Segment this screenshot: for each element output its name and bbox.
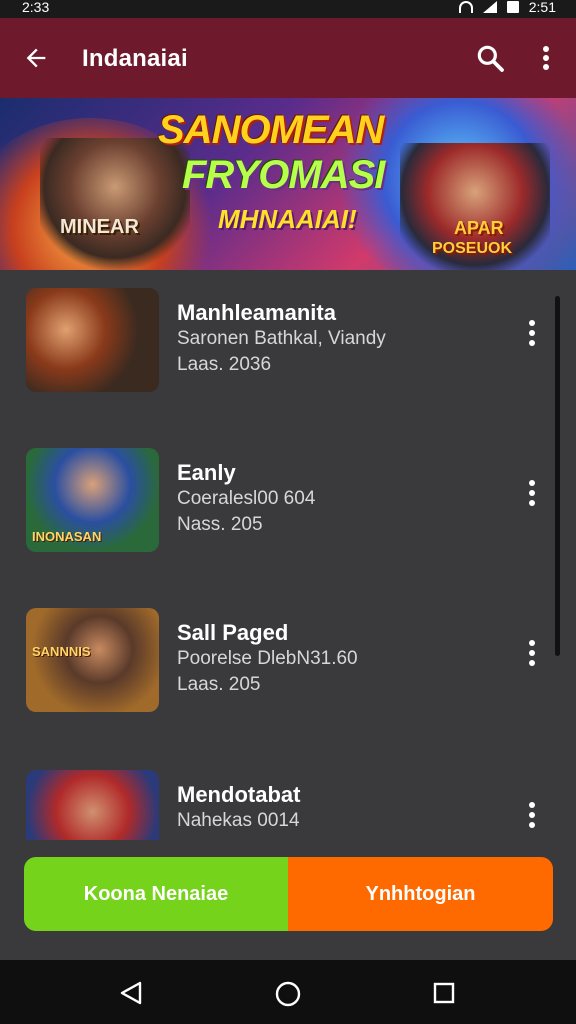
game-subtitle: Nahekas 0014: [177, 810, 300, 831]
banner-right-caption-top: APAR: [454, 218, 504, 238]
game-list[interactable]: Manhleamanita Saronen Bathkal, Viandy La…: [0, 270, 576, 840]
banner-soldier-left: [40, 138, 190, 270]
wifi-icon: [458, 1, 473, 13]
item-more-icon[interactable]: [522, 320, 542, 350]
game-subtitle: Poorelse DlebN31.60: [177, 648, 358, 669]
game-title: Eanly: [177, 460, 236, 485]
game-meta: Laas. 2036: [177, 354, 272, 375]
list-item[interactable]: INONASAN Eanly Coeralesl00 604 Nass. 205: [0, 430, 576, 580]
more-vert-icon[interactable]: [534, 42, 558, 74]
thumbnail-caption: INONASAN: [32, 529, 102, 544]
game-thumbnail: [26, 288, 159, 392]
game-meta: Laas. 205: [177, 674, 261, 695]
game-thumbnail: INONASAN: [26, 448, 159, 552]
game-meta: Nass. 205: [177, 514, 263, 535]
page-title: Indanaiai: [82, 45, 188, 72]
back-arrow-icon[interactable]: [22, 44, 50, 72]
banner-title-line1: SANOMEAN: [158, 108, 384, 152]
banner-right-caption-bottom: POSEUOK: [432, 240, 513, 257]
secondary-action-button[interactable]: Ynhhtogian: [288, 857, 553, 931]
game-title: Sall Paged: [177, 620, 289, 645]
game-subtitle: Saronen Bathkal, Viandy: [177, 328, 386, 349]
list-item[interactable]: Manhleamanita Saronen Bathkal, Viandy La…: [0, 270, 576, 420]
battery-icon: [506, 1, 519, 13]
game-title: Mendotabat: [177, 782, 301, 807]
item-more-icon[interactable]: [522, 480, 542, 510]
status-bar: 2:33 2:51: [0, 0, 576, 18]
status-time-right: 2:51: [528, 0, 556, 15]
game-thumbnail: [26, 770, 159, 840]
banner-subtitle: MHNAAIAI!: [218, 204, 357, 234]
game-title: Manhleamanita: [177, 300, 336, 325]
primary-action-button[interactable]: Koona Nenaiae: [24, 857, 288, 931]
system-nav-bar: [0, 960, 576, 1024]
item-more-icon[interactable]: [522, 802, 542, 832]
game-thumbnail: SANNNIS: [26, 608, 159, 712]
search-icon[interactable]: [474, 42, 506, 74]
list-item[interactable]: Mendotabat Nahekas 0014: [0, 752, 576, 840]
item-more-icon[interactable]: [522, 640, 542, 670]
action-button-group: Koona Nenaiae Ynhhtogian: [24, 857, 553, 931]
nav-recents-icon[interactable]: [432, 981, 456, 1005]
nav-home-icon[interactable]: [274, 980, 302, 1008]
promo-banner[interactable]: SANOMEAN FRYOMASI MHNAAIAI! MINEAR APAR …: [0, 98, 576, 270]
status-time: 2:33: [22, 0, 50, 15]
signal-icon: [482, 1, 497, 13]
banner-title-line2: FRYOMASI: [182, 153, 385, 197]
scrollbar[interactable]: [555, 296, 560, 656]
thumbnail-caption: SANNNIS: [32, 644, 91, 659]
list-item[interactable]: SANNNIS Sall Paged Poorelse DlebN31.60 L…: [0, 590, 576, 740]
game-subtitle: Coeralesl00 604: [177, 488, 316, 509]
nav-back-icon[interactable]: [118, 980, 144, 1006]
banner-left-caption: MINEAR: [60, 216, 139, 238]
app-bar: Indanaiai: [0, 18, 576, 98]
status-icons: 2:51: [458, 0, 556, 15]
